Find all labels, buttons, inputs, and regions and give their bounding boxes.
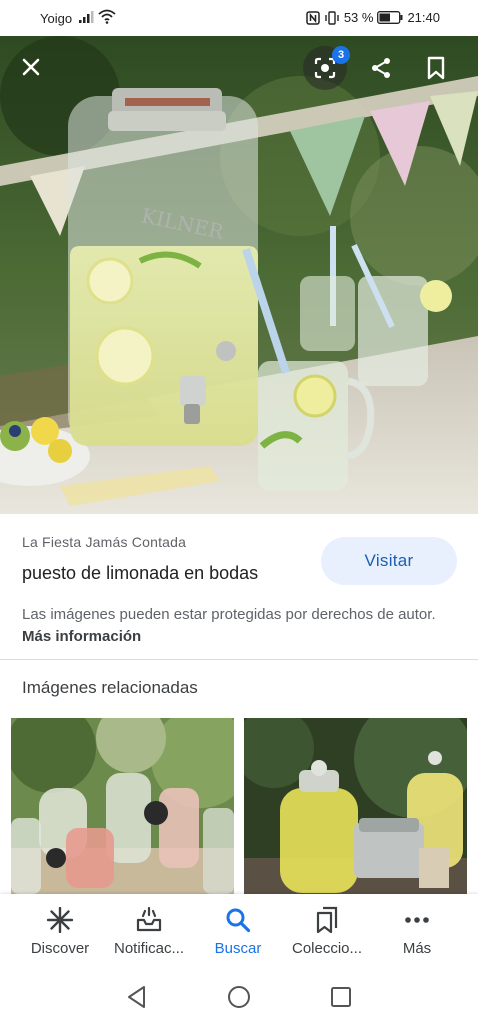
carrier-label: Yoigo (40, 11, 73, 26)
nav-collections-label: Coleccio... (291, 940, 363, 957)
collections-icon (313, 906, 341, 934)
share-button[interactable] (359, 46, 403, 90)
bookmark-icon (427, 56, 445, 80)
visit-button[interactable]: Visitar (321, 537, 457, 585)
source-site[interactable]: La Fiesta Jamás Contada (22, 534, 186, 550)
related-image-1-picture (11, 718, 234, 894)
inbox-icon (135, 906, 163, 934)
battery-icon (377, 11, 403, 24)
status-bar: Yoigo 53 % 21:40 (0, 0, 478, 36)
related-image-2[interactable] (244, 718, 467, 894)
back-icon[interactable] (124, 984, 150, 1010)
nav-collections[interactable]: Coleccio... (279, 894, 375, 970)
nav-discover[interactable]: Discover (12, 894, 108, 970)
home-icon[interactable] (226, 984, 252, 1010)
related-image-2-picture (244, 718, 467, 894)
nav-discover-label: Discover (30, 940, 90, 957)
nav-more-label: Más (402, 940, 432, 957)
related-images-heading: Imágenes relacionadas (22, 678, 198, 697)
nav-notifications[interactable]: Notificac... (101, 894, 197, 970)
screen: Yoigo 53 % 21:40 KILNER 3 La Fiesta Jamá… (0, 0, 478, 1024)
result-title[interactable]: puesto de limonada en bodas (22, 563, 258, 584)
related-image-1[interactable] (11, 718, 234, 894)
vibrate-icon (325, 10, 339, 25)
close-button[interactable] (9, 45, 53, 89)
copyright-text: Las imágenes pueden estar protegidas por… (22, 606, 436, 623)
signal-icon (79, 11, 94, 23)
nav-notifications-label: Notificac... (113, 940, 185, 957)
more-icon (403, 906, 431, 934)
nav-search[interactable]: Buscar (190, 894, 286, 970)
lens-icon (314, 57, 336, 79)
status-right: 53 % 21:40 (306, 10, 440, 25)
lens-count-badge: 3 (332, 46, 350, 64)
copyright-notice: Las imágenes pueden estar protegidas por… (22, 604, 452, 648)
nfc-icon (306, 10, 320, 25)
share-icon (372, 58, 390, 78)
system-navigation-bar (0, 970, 478, 1024)
more-info-link[interactable]: Más información (22, 628, 141, 645)
hero-image[interactable]: KILNER 3 (0, 36, 478, 514)
close-icon (22, 58, 40, 76)
asterisk-icon (46, 906, 74, 934)
nav-more[interactable]: Más (369, 894, 465, 970)
bookmark-button[interactable] (414, 46, 458, 90)
search-icon (224, 906, 252, 934)
wifi-icon (98, 9, 116, 24)
nav-search-label: Buscar (214, 940, 262, 957)
bottom-navigation: Discover Notificac... Buscar Coleccio...… (0, 894, 478, 970)
battery-percent: 53 % (343, 10, 374, 25)
recents-icon[interactable] (328, 984, 354, 1010)
lemonade-photo: KILNER (0, 36, 478, 514)
divider (0, 659, 478, 660)
clock: 21:40 (407, 10, 440, 25)
